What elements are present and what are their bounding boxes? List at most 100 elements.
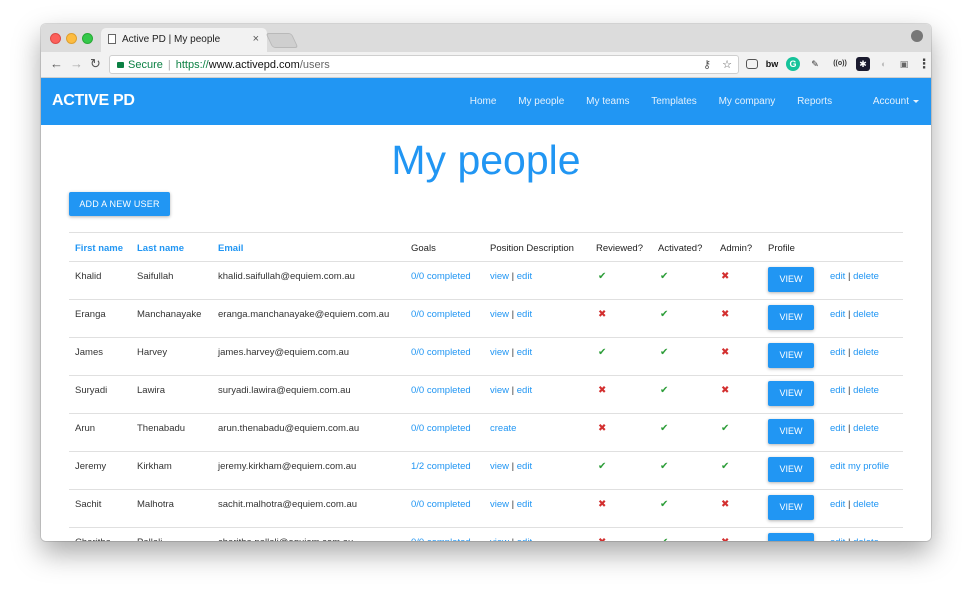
camera-icon[interactable]: ▣ — [897, 57, 911, 71]
edit-link[interactable]: edit — [830, 271, 845, 282]
view-profile-button[interactable]: VIEW — [768, 305, 814, 330]
cast-icon[interactable] — [746, 59, 758, 69]
pd-edit-link[interactable]: edit — [517, 537, 532, 541]
site-navbar: ACTIVE PD Home My people My teams Templa… — [41, 78, 931, 125]
back-icon[interactable]: ← — [50, 56, 63, 71]
minimize-window-button[interactable] — [66, 33, 77, 44]
edit-link[interactable]: edit — [830, 537, 845, 541]
brand-logo[interactable]: ACTIVE PD — [52, 92, 135, 110]
radio-extension-icon[interactable]: ((o)) — [830, 57, 850, 71]
view-profile-button[interactable]: VIEW — [768, 343, 814, 368]
view-profile-button[interactable]: VIEW — [768, 495, 814, 520]
nav-my-people[interactable]: My people — [518, 96, 564, 107]
delete-link[interactable]: delete — [853, 385, 879, 396]
nav-home[interactable]: Home — [470, 96, 497, 107]
view-profile-button[interactable]: VIEW — [768, 533, 814, 541]
reviewed-cross-icon: ✖ — [598, 537, 606, 541]
pd-edit-link[interactable]: edit — [517, 271, 532, 282]
link-separator: | — [509, 271, 517, 282]
cell-position-description: view | edit — [490, 347, 532, 358]
zoom-window-button[interactable] — [82, 33, 93, 44]
add-user-button[interactable]: ADD A NEW USER — [69, 192, 170, 216]
goals-link[interactable]: 1/2 completed — [411, 461, 471, 472]
puzzle-extension-icon[interactable]: ✱ — [856, 57, 870, 71]
delete-link[interactable]: delete — [853, 499, 879, 510]
pd-view-link[interactable]: view — [490, 537, 509, 541]
cell-first-name: Suryadi — [75, 385, 108, 396]
delete-link[interactable]: delete — [853, 537, 879, 541]
address-bar[interactable]: Secure | https://www.activepd.com/users ⚷ … — [109, 55, 739, 74]
activated-check-icon: ✔ — [660, 537, 668, 541]
header-first-name[interactable]: First name — [75, 243, 123, 254]
cell-first-name: James — [75, 347, 103, 358]
delete-link[interactable]: delete — [853, 309, 879, 320]
pd-edit-link[interactable]: edit — [517, 347, 532, 358]
bw-extension-icon[interactable]: bw — [765, 57, 779, 71]
link-separator: | — [509, 461, 517, 472]
pd-view-link[interactable]: view — [490, 271, 509, 282]
nav-templates[interactable]: Templates — [651, 96, 697, 107]
nav-my-teams[interactable]: My teams — [586, 96, 629, 107]
view-profile-button[interactable]: VIEW — [768, 267, 814, 292]
nav-reports[interactable]: Reports — [797, 96, 832, 107]
edit-my-profile-link[interactable]: edit my profile — [830, 461, 889, 472]
delete-link[interactable]: delete — [853, 423, 879, 434]
omnibox-actions: ⚷ ☆ — [695, 58, 732, 71]
activated-check-icon: ✔ — [660, 499, 669, 510]
pd-edit-link[interactable]: edit — [517, 309, 532, 320]
edit-link[interactable]: edit — [830, 423, 845, 434]
pd-edit-link[interactable]: edit — [517, 461, 532, 472]
grammarly-icon[interactable]: G — [786, 57, 800, 71]
delete-link[interactable]: delete — [853, 347, 879, 358]
new-tab-button[interactable] — [265, 33, 299, 48]
goals-link[interactable]: 0/0 completed — [411, 423, 471, 434]
goals-link[interactable]: 0/0 completed — [411, 347, 471, 358]
cell-last-name: Lawira — [137, 385, 165, 396]
admin-cross-icon: ✖ — [721, 499, 730, 510]
key-icon[interactable]: ⚷ — [703, 59, 711, 71]
header-email[interactable]: Email — [218, 243, 243, 254]
browser-window: Active PD | My people × ← → ↻ Secure | htt… — [41, 24, 931, 541]
pd-edit-link[interactable]: edit — [517, 499, 532, 510]
view-profile-button[interactable]: VIEW — [768, 381, 814, 406]
pd-edit-link[interactable]: edit — [517, 385, 532, 396]
nav-account[interactable]: Account — [854, 96, 919, 107]
pd-view-link[interactable]: view — [490, 309, 509, 320]
browser-tab[interactable]: Active PD | My people × — [101, 28, 267, 52]
edit-link[interactable]: edit — [830, 385, 845, 396]
nav-my-company[interactable]: My company — [719, 96, 776, 107]
edit-link[interactable]: edit — [830, 347, 845, 358]
omnibox-separator: | — [167, 59, 171, 71]
delete-link[interactable]: delete — [853, 271, 879, 282]
pd-view-link[interactable]: view — [490, 347, 509, 358]
bookmark-star-icon[interactable]: ☆ — [722, 59, 732, 71]
goals-link[interactable]: 0/0 completed — [411, 385, 471, 396]
close-tab-icon[interactable]: × — [253, 33, 259, 45]
goals-link[interactable]: 0/0 completed — [411, 271, 471, 282]
forward-icon[interactable]: → — [70, 56, 83, 71]
goals-link[interactable]: 0/0 completed — [411, 309, 471, 320]
pd-create-link[interactable]: create — [490, 423, 516, 434]
reviewed-cross-icon: ✖ — [598, 499, 607, 510]
activated-check-icon: ✔ — [660, 385, 669, 396]
header-last-name[interactable]: Last name — [137, 243, 184, 254]
goals-link[interactable]: 0/0 completed — [411, 537, 471, 541]
profile-icon[interactable] — [911, 30, 923, 42]
goals-link[interactable]: 0/0 completed — [411, 499, 471, 510]
cell-actions: edit | delete — [830, 385, 879, 396]
pd-view-link[interactable]: view — [490, 385, 509, 396]
pd-view-link[interactable]: view — [490, 499, 509, 510]
edit-link[interactable]: edit — [830, 309, 845, 320]
cell-email: suryadi.lawira@equiem.com.au — [218, 385, 351, 396]
pen-extension-icon[interactable]: ✎ — [808, 57, 822, 71]
close-window-button[interactable] — [50, 33, 61, 44]
pd-view-link[interactable]: view — [490, 461, 509, 472]
link-separator: | — [509, 385, 517, 396]
view-profile-button[interactable]: VIEW — [768, 457, 814, 482]
reload-icon[interactable]: ↻ — [90, 56, 101, 72]
cell-actions: edit my profile — [830, 461, 889, 472]
edit-link[interactable]: edit — [830, 499, 845, 510]
view-profile-button[interactable]: VIEW — [768, 419, 814, 444]
shield-extension-icon[interactable]: ◐ — [877, 57, 891, 71]
browser-menu-icon[interactable]: ⋮ — [917, 57, 931, 71]
